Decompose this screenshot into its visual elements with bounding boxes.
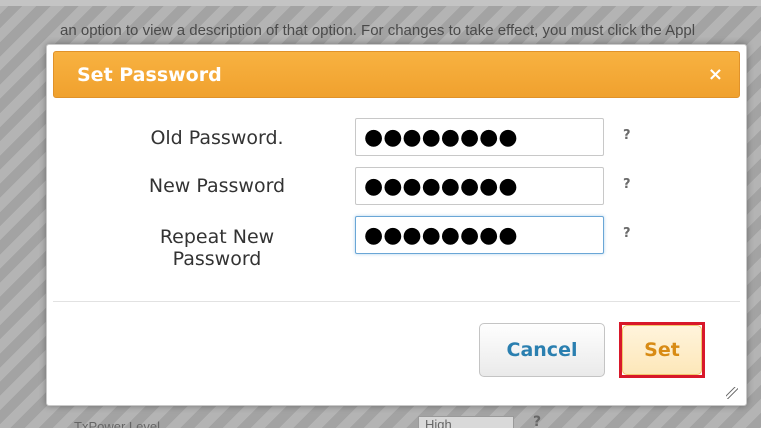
repeat-password-label: Repeat New Password [107, 226, 327, 270]
background-setting-label: TxPower Level [74, 419, 160, 428]
close-icon[interactable]: × [708, 64, 723, 86]
dialog-divider [53, 301, 740, 302]
new-password-help-icon[interactable]: ? [623, 177, 631, 192]
repeat-password-help-icon[interactable]: ? [623, 226, 631, 241]
old-password-label: Old Password. [150, 127, 284, 149]
background-header-strip [0, 0, 761, 6]
new-password-label: New Password [148, 175, 286, 197]
old-password-help-icon[interactable]: ? [623, 128, 631, 143]
repeat-password-input[interactable] [355, 216, 604, 254]
background-help-icon[interactable]: ? [533, 414, 541, 428]
repeat-password-label-line1: Repeat New [159, 226, 275, 248]
resize-grip-icon[interactable] [726, 387, 738, 399]
set-password-dialog: Set Password × Old Password. ? New Passw… [46, 44, 747, 406]
new-password-input[interactable] [355, 167, 604, 205]
repeat-password-label-line2: Password [172, 248, 262, 270]
old-password-input[interactable] [355, 118, 604, 156]
set-button[interactable]: Set [622, 325, 702, 375]
dialog-title-bar: Set Password × [53, 51, 740, 98]
cancel-button[interactable]: Cancel [479, 323, 605, 377]
intro-text: an option to view a description of that … [60, 22, 696, 39]
background-setting-select[interactable]: High [418, 416, 514, 428]
dialog-title: Set Password [77, 64, 222, 86]
router-settings-page: an option to view a description of that … [0, 0, 761, 428]
